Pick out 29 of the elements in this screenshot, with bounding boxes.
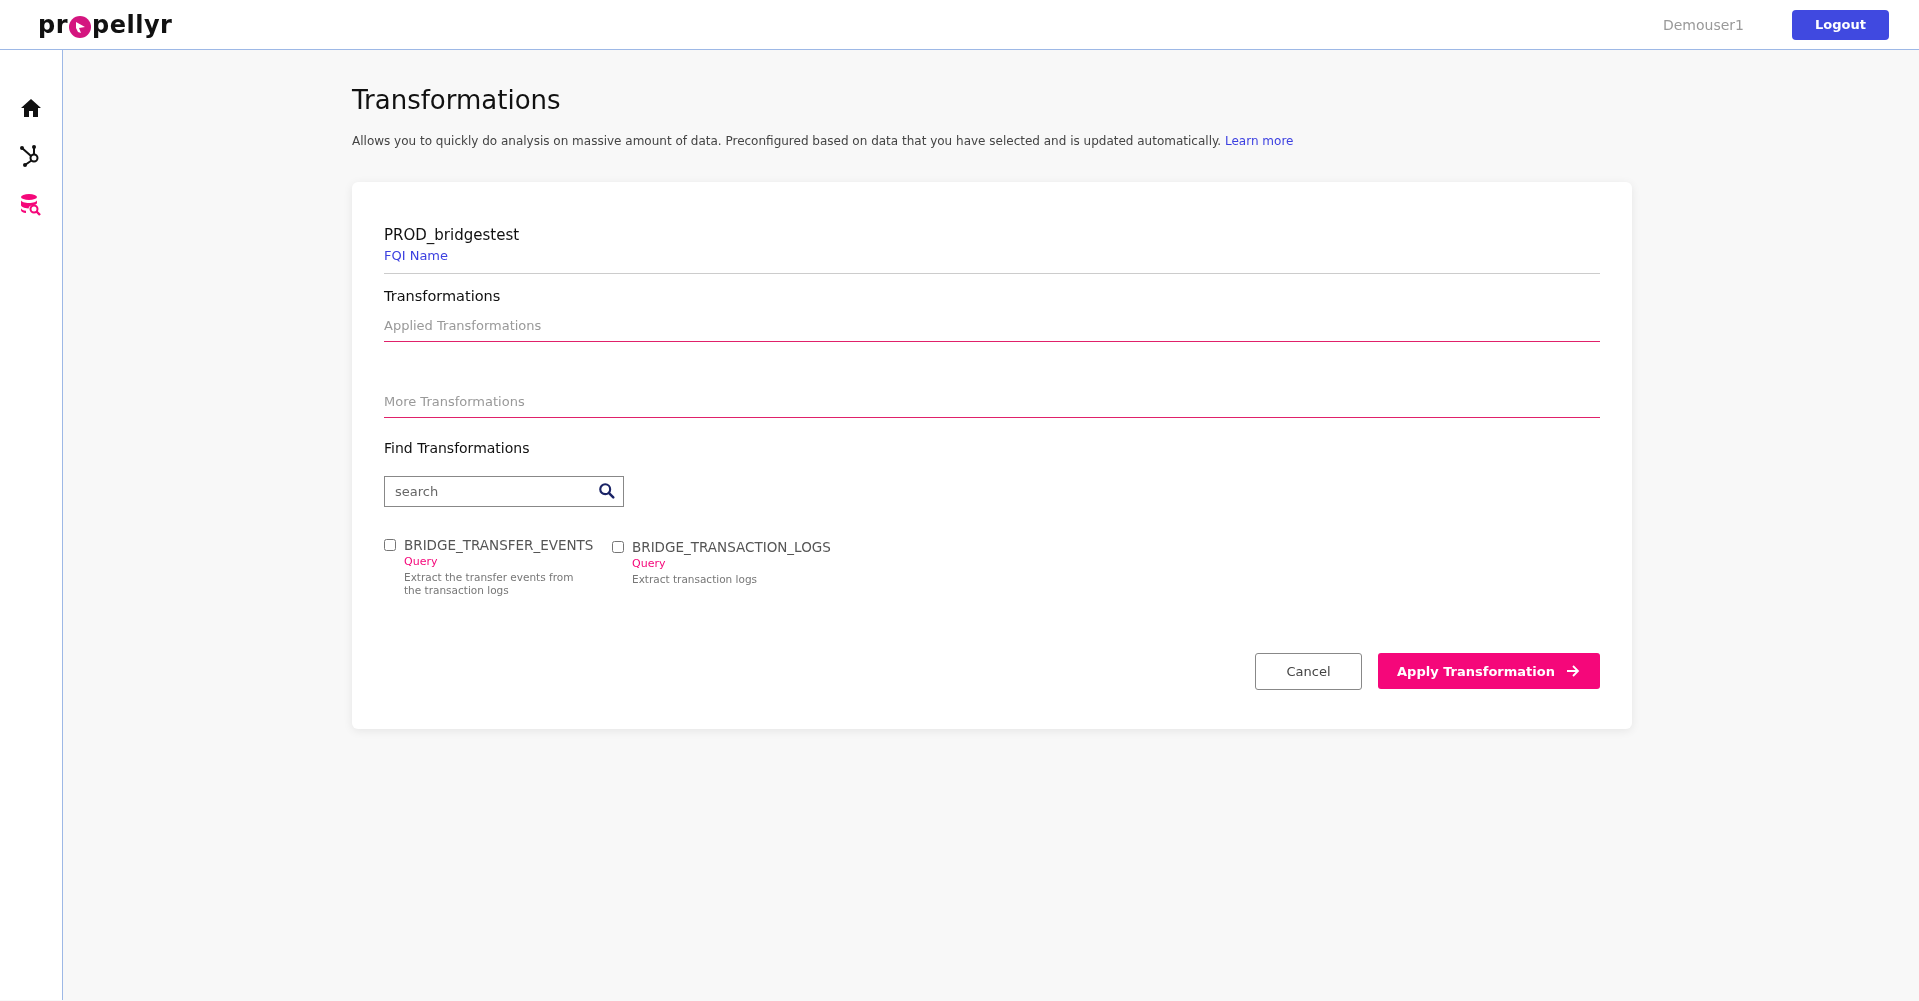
transformation-checkbox[interactable] [384,539,396,551]
transformation-type: Query [632,557,667,570]
dataset-caption: FQI Name [384,248,450,263]
page-title: Transformations [352,84,562,116]
transformation-name: BRIDGE_TRANSACTION_LOGS [632,539,831,555]
applied-transformations-field[interactable]: Applied Transformations [384,312,1600,342]
database-search-icon[interactable] [19,192,43,216]
page-description: Allows you to quickly do analysis on massive amount of data. Preconfigured based on data that you have selected and is updated automatically. Learn more [352,133,1295,150]
transformation-description: Extract the transfer events from the transaction logs [404,571,575,597]
transformation-checkbox[interactable] [612,541,624,553]
apply-transformation-button[interactable]: Apply Transformation [1378,653,1600,689]
transformation-type: Query [404,555,439,568]
logo-icon [69,15,91,38]
home-icon[interactable] [19,96,43,120]
transformation-description: Extract transaction logs [632,573,759,586]
transformation-name: BRIDGE_TRANSFER_EVENTS [404,537,594,553]
logo-text: pr [38,10,68,39]
search-field[interactable]: search [384,476,624,507]
logout-button[interactable]: Logout [1792,9,1889,40]
learn-more-link[interactable]: Learn more [1225,134,1294,148]
find-title: Find Transformations [384,440,531,456]
arrow-right-icon [1564,663,1581,679]
search-icon[interactable] [598,482,616,500]
cancel-button[interactable]: Cancel [1255,653,1362,690]
section-title: Transformations [384,288,502,304]
dataset-name: PROD_bridgestest [384,226,521,244]
username: Demouser1 [1662,16,1744,33]
more-transformations-field[interactable]: More Transformations [384,388,1600,418]
logo-text: pellyr [92,10,173,39]
